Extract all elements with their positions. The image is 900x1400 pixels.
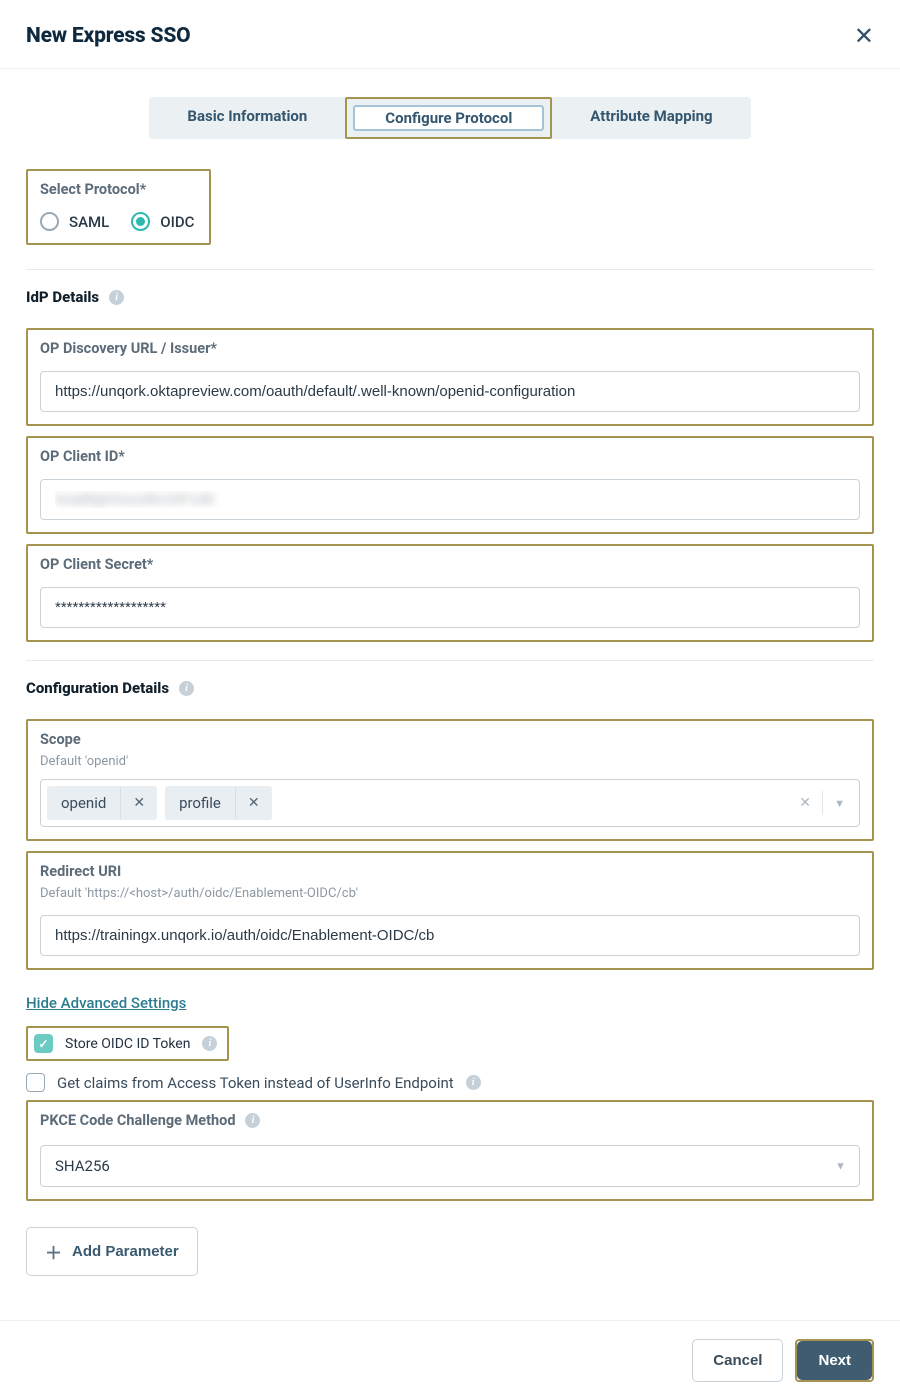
radio-saml[interactable]: SAML xyxy=(40,212,109,231)
scope-label: Scope xyxy=(40,731,860,748)
redirect-uri-input[interactable] xyxy=(40,915,860,956)
clear-all-tags-icon[interactable]: ✕ xyxy=(799,795,811,811)
scope-tag-input[interactable]: openid ✕ profile ✕ ✕ ▼ xyxy=(40,779,860,827)
tab-configure-protocol[interactable]: Configure Protocol xyxy=(353,105,544,131)
info-icon[interactable]: i xyxy=(466,1075,481,1090)
store-oidc-token-label: Store OIDC ID Token xyxy=(65,1036,190,1052)
scope-tag-openid-text: openid xyxy=(47,786,120,820)
divider xyxy=(822,791,823,815)
modal-title: New Express SSO xyxy=(26,24,190,48)
radio-saml-label: SAML xyxy=(69,213,109,231)
select-protocol-group: Select Protocol* SAML OIDC xyxy=(26,169,211,245)
radio-oidc-label: OIDC xyxy=(160,213,194,231)
close-icon[interactable]: ✕ xyxy=(854,24,874,48)
tab-bar: Basic Information Configure Protocol Att… xyxy=(26,69,874,169)
config-details-heading: Configuration Details i xyxy=(26,679,874,697)
op-discovery-label: OP Discovery URL / Issuer* xyxy=(40,340,860,357)
op-client-secret-field: OP Client Secret* xyxy=(26,544,874,642)
info-icon[interactable]: i xyxy=(202,1036,217,1051)
redirect-uri-label: Redirect URI xyxy=(40,863,860,880)
tab-basic-information[interactable]: Basic Information xyxy=(149,97,345,139)
pkce-label: PKCE Code Challenge Method xyxy=(40,1112,235,1129)
info-icon[interactable]: i xyxy=(179,681,194,696)
remove-tag-icon[interactable]: ✕ xyxy=(235,787,272,819)
idp-details-text: IdP Details xyxy=(26,288,99,306)
pkce-field: PKCE Code Challenge Method i SHA256 ▼ xyxy=(26,1100,874,1201)
hide-advanced-settings-link[interactable]: Hide Advanced Settings xyxy=(26,994,186,1012)
tab-attribute-mapping[interactable]: Attribute Mapping xyxy=(552,97,750,139)
op-discovery-input[interactable] xyxy=(40,371,860,412)
modal-footer: Cancel Next xyxy=(0,1320,900,1400)
modal-header: New Express SSO ✕ xyxy=(0,0,900,69)
add-parameter-label: Add Parameter xyxy=(72,1243,179,1260)
op-client-id-field: OP Client ID* xyxy=(26,436,874,534)
claims-checkbox[interactable] xyxy=(26,1073,45,1092)
new-express-sso-modal: New Express SSO ✕ Basic Information Conf… xyxy=(0,0,900,1400)
idp-details-heading: IdP Details i xyxy=(26,288,874,306)
op-discovery-field: OP Discovery URL / Issuer* xyxy=(26,328,874,426)
redirect-uri-hint: Default 'https://<host>/auth/oidc/Enable… xyxy=(40,886,860,901)
cancel-button[interactable]: Cancel xyxy=(692,1339,783,1382)
op-client-secret-label: OP Client Secret* xyxy=(40,556,860,573)
chevron-down-icon[interactable]: ▼ xyxy=(835,1160,846,1173)
config-details-text: Configuration Details xyxy=(26,679,169,697)
op-client-secret-input[interactable] xyxy=(40,587,860,628)
add-parameter-button[interactable]: ＋ Add Parameter xyxy=(26,1227,198,1276)
chevron-down-icon[interactable]: ▼ xyxy=(834,797,845,810)
scope-tag-profile: profile ✕ xyxy=(165,786,272,820)
radio-oidc[interactable]: OIDC xyxy=(131,212,194,231)
scope-tag-openid: openid ✕ xyxy=(47,786,157,820)
claims-from-access-token-row: Get claims from Access Token instead of … xyxy=(26,1065,874,1100)
pkce-select[interactable]: SHA256 xyxy=(40,1145,860,1187)
op-client-id-label: OP Client ID* xyxy=(40,448,860,465)
radio-checked-icon xyxy=(131,212,150,231)
info-icon[interactable]: i xyxy=(245,1113,260,1128)
scope-tag-profile-text: profile xyxy=(165,786,235,820)
store-oidc-token-checkbox[interactable]: ✓ xyxy=(34,1034,53,1053)
redirect-uri-field: Redirect URI Default 'https://<host>/aut… xyxy=(26,851,874,970)
select-protocol-label: Select Protocol* xyxy=(40,181,197,198)
op-client-id-input[interactable] xyxy=(40,479,860,520)
next-button[interactable]: Next xyxy=(797,1341,872,1380)
plus-icon: ＋ xyxy=(45,1239,62,1264)
radio-unchecked-icon xyxy=(40,212,59,231)
scope-hint: Default 'openid' xyxy=(40,754,860,769)
scope-field: Scope Default 'openid' openid ✕ profile … xyxy=(26,719,874,841)
remove-tag-icon[interactable]: ✕ xyxy=(120,787,157,819)
store-oidc-token-row: ✓ Store OIDC ID Token i xyxy=(26,1026,229,1061)
claims-label: Get claims from Access Token instead of … xyxy=(57,1074,454,1092)
info-icon[interactable]: i xyxy=(109,290,124,305)
